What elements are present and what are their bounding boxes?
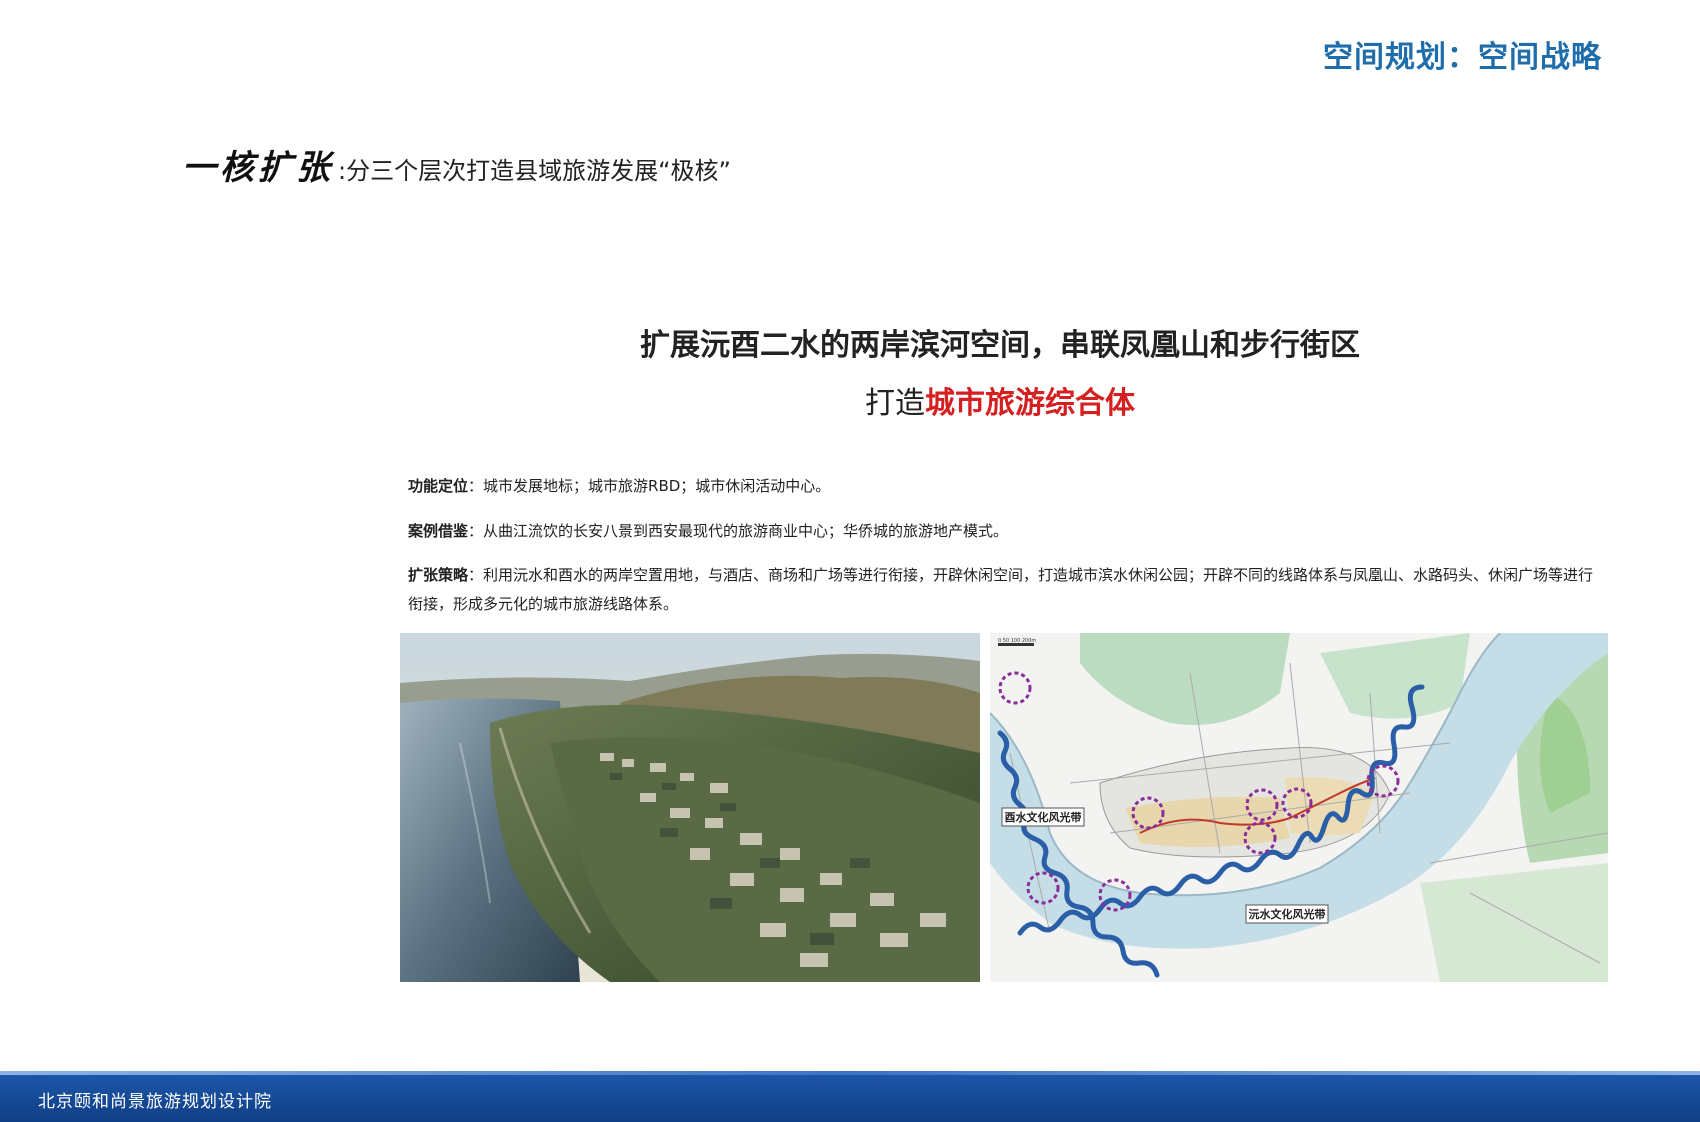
page-header-title: 空间规划：空间战略: [1323, 40, 1602, 75]
paragraph-case: 案例借鉴：从曲江流饮的长安八景到西安最现代的旅游商业中心；华侨城的旅游地产模式。: [408, 517, 1598, 546]
section-description: :分三个层次打造县域旅游发展“极核”: [338, 157, 731, 185]
footer-bar: 北京颐和尚景旅游规划设计院: [0, 1071, 1700, 1122]
strategy-text: ：利用沅水和酉水的两岸空置用地，与酒店、商场和广场等进行衔接，开辟休闲空间，打造…: [408, 566, 1594, 613]
headline-line-2: 打造城市旅游综合体: [400, 378, 1600, 422]
headline-highlight: 城市旅游综合体: [925, 386, 1135, 421]
section-subheading: 一核扩张 :分三个层次打造县域旅游发展“极核”: [182, 140, 731, 189]
case-text: ：从曲江流饮的长安八景到西安最现代的旅游商业中心；华侨城的旅游地产模式。: [468, 522, 1009, 540]
paragraph-function: 功能定位：城市发展地标；城市旅游RBD；城市休闲活动中心。: [408, 472, 1598, 501]
case-label: 案例借鉴: [408, 522, 469, 540]
aerial-rendering-image: [400, 633, 980, 982]
planning-map-image: 酉水文化风光带 沅水文化风光带 0 50 100 200m: [990, 633, 1608, 982]
headline-prefix: 打造: [865, 386, 925, 421]
function-label: 功能定位: [408, 477, 469, 495]
footer-org-name: 北京颐和尚景旅游规划设计院: [38, 1092, 272, 1112]
map-label-youshui: 酉水文化风光带: [1005, 810, 1082, 824]
headline-line-1: 扩展沅酉二水的两岸滨河空间，串联凤凰山和步行街区: [640, 328, 1360, 363]
map-label-yuanshui: 沅水文化风光带: [1249, 907, 1326, 921]
map-scale: 0 50 100 200m: [998, 638, 1036, 644]
calligraphy-title: 一核扩张: [182, 148, 334, 188]
function-text: ：城市发展地标；城市旅游RBD；城市休闲活动中心。: [468, 477, 831, 495]
paragraph-strategy: 扩张策略：利用沅水和酉水的两岸空置用地，与酒店、商场和广场等进行衔接，开辟休闲空…: [408, 561, 1598, 619]
strategy-label: 扩张策略: [408, 566, 469, 584]
